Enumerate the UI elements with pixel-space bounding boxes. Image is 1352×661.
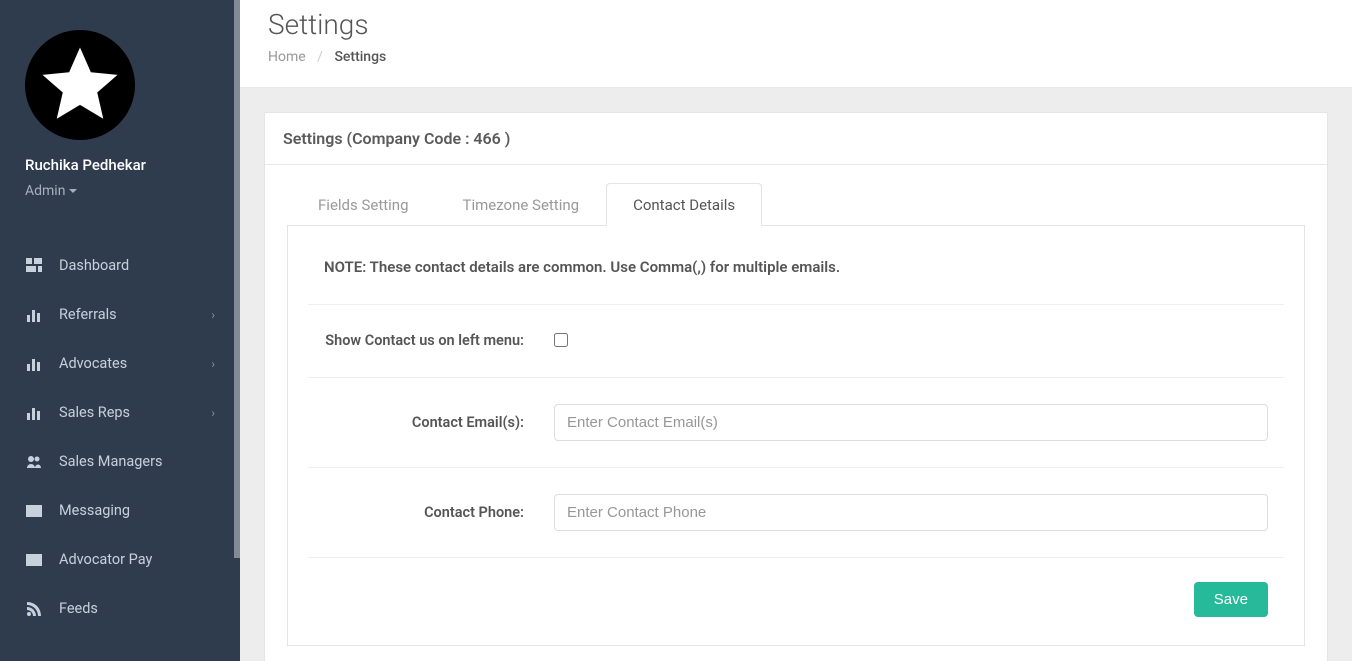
contact-phone-label: Contact Phone:	[324, 504, 524, 521]
page-header: Settings Home / Settings	[240, 0, 1352, 88]
sidebar-item-referrals[interactable]: Referrals ›	[0, 290, 240, 339]
card-title: Settings (Company Code : 466 )	[265, 113, 1327, 165]
sidebar-item-feeds[interactable]: Feeds	[0, 584, 240, 633]
nav-label: Messaging	[59, 502, 130, 519]
show-contact-checkbox[interactable]	[554, 333, 568, 347]
nav-label: Feeds	[59, 600, 98, 617]
profile-block: Ruchika Pedhekar Admin	[0, 0, 240, 209]
sidebar-item-sales-managers[interactable]: Sales Managers	[0, 437, 240, 486]
chevron-right-icon: ›	[211, 406, 215, 420]
tab-timezone-setting[interactable]: Timezone Setting	[436, 183, 607, 226]
nav: Dashboard Referrals › Advocates ›	[0, 241, 240, 633]
nav-label: Sales Reps	[59, 404, 130, 421]
bar-chart-icon	[25, 307, 43, 323]
rss-icon	[25, 601, 43, 617]
chevron-down-icon	[69, 189, 77, 193]
chevron-right-icon: ›	[211, 357, 215, 371]
profile-name: Ruchika Pedhekar	[25, 156, 215, 174]
breadcrumb: Home / Settings	[268, 49, 1324, 65]
role-dropdown[interactable]: Admin	[25, 183, 77, 199]
envelope-icon	[25, 554, 43, 566]
sidebar-item-sales-reps[interactable]: Sales Reps ›	[0, 388, 240, 437]
nav-label: Referrals	[59, 306, 117, 323]
nav-label: Advocates	[59, 355, 127, 372]
button-row: Save	[308, 558, 1284, 617]
contact-email-input[interactable]	[554, 404, 1268, 441]
breadcrumb-current: Settings	[334, 49, 386, 65]
main-content: Settings Home / Settings Settings (Compa…	[240, 0, 1352, 661]
role-label: Admin	[25, 183, 65, 199]
chevron-right-icon: ›	[211, 308, 215, 322]
nav-label: Dashboard	[59, 257, 129, 274]
sidebar-item-messaging[interactable]: Messaging	[0, 486, 240, 535]
users-icon	[25, 454, 43, 470]
sidebar-item-advocates[interactable]: Advocates ›	[0, 339, 240, 388]
page-title: Settings	[268, 8, 1324, 41]
scrollbar-indicator[interactable]	[234, 0, 240, 558]
contact-email-label: Contact Email(s):	[324, 414, 524, 431]
grid-icon	[25, 258, 43, 274]
nav-label: Advocator Pay	[59, 551, 152, 568]
contact-phone-input[interactable]	[554, 494, 1268, 531]
card-body: Fields Setting Timezone Setting Contact …	[265, 165, 1327, 661]
save-button[interactable]: Save	[1194, 582, 1268, 617]
tab-bar: Fields Setting Timezone Setting Contact …	[287, 183, 1305, 226]
form-row-contact-email: Contact Email(s):	[308, 378, 1284, 468]
content-area: Settings (Company Code : 466 ) Fields Se…	[240, 88, 1352, 661]
form-row-show-contact: Show Contact us on left menu:	[308, 305, 1284, 378]
avatar	[25, 30, 135, 140]
form-row-contact-phone: Contact Phone:	[308, 468, 1284, 558]
tab-fields-setting[interactable]: Fields Setting	[291, 183, 436, 226]
bar-chart-icon	[25, 356, 43, 372]
tab-panel-contact: NOTE: These contact details are common. …	[287, 226, 1305, 646]
nav-label: Sales Managers	[59, 453, 162, 470]
bar-chart-icon	[25, 405, 43, 421]
tab-contact-details[interactable]: Contact Details	[606, 183, 762, 226]
star-icon	[35, 40, 125, 130]
breadcrumb-sep: /	[317, 49, 323, 65]
sidebar-item-advocator-pay[interactable]: Advocator Pay	[0, 535, 240, 584]
envelope-icon	[25, 505, 43, 517]
sidebar-item-dashboard[interactable]: Dashboard	[0, 241, 240, 290]
show-contact-label: Show Contact us on left menu:	[324, 331, 524, 351]
breadcrumb-home[interactable]: Home	[268, 49, 306, 65]
sidebar: Ruchika Pedhekar Admin Dashboard Referra…	[0, 0, 240, 661]
settings-card: Settings (Company Code : 466 ) Fields Se…	[264, 112, 1328, 661]
form-note: NOTE: These contact details are common. …	[308, 250, 1284, 305]
